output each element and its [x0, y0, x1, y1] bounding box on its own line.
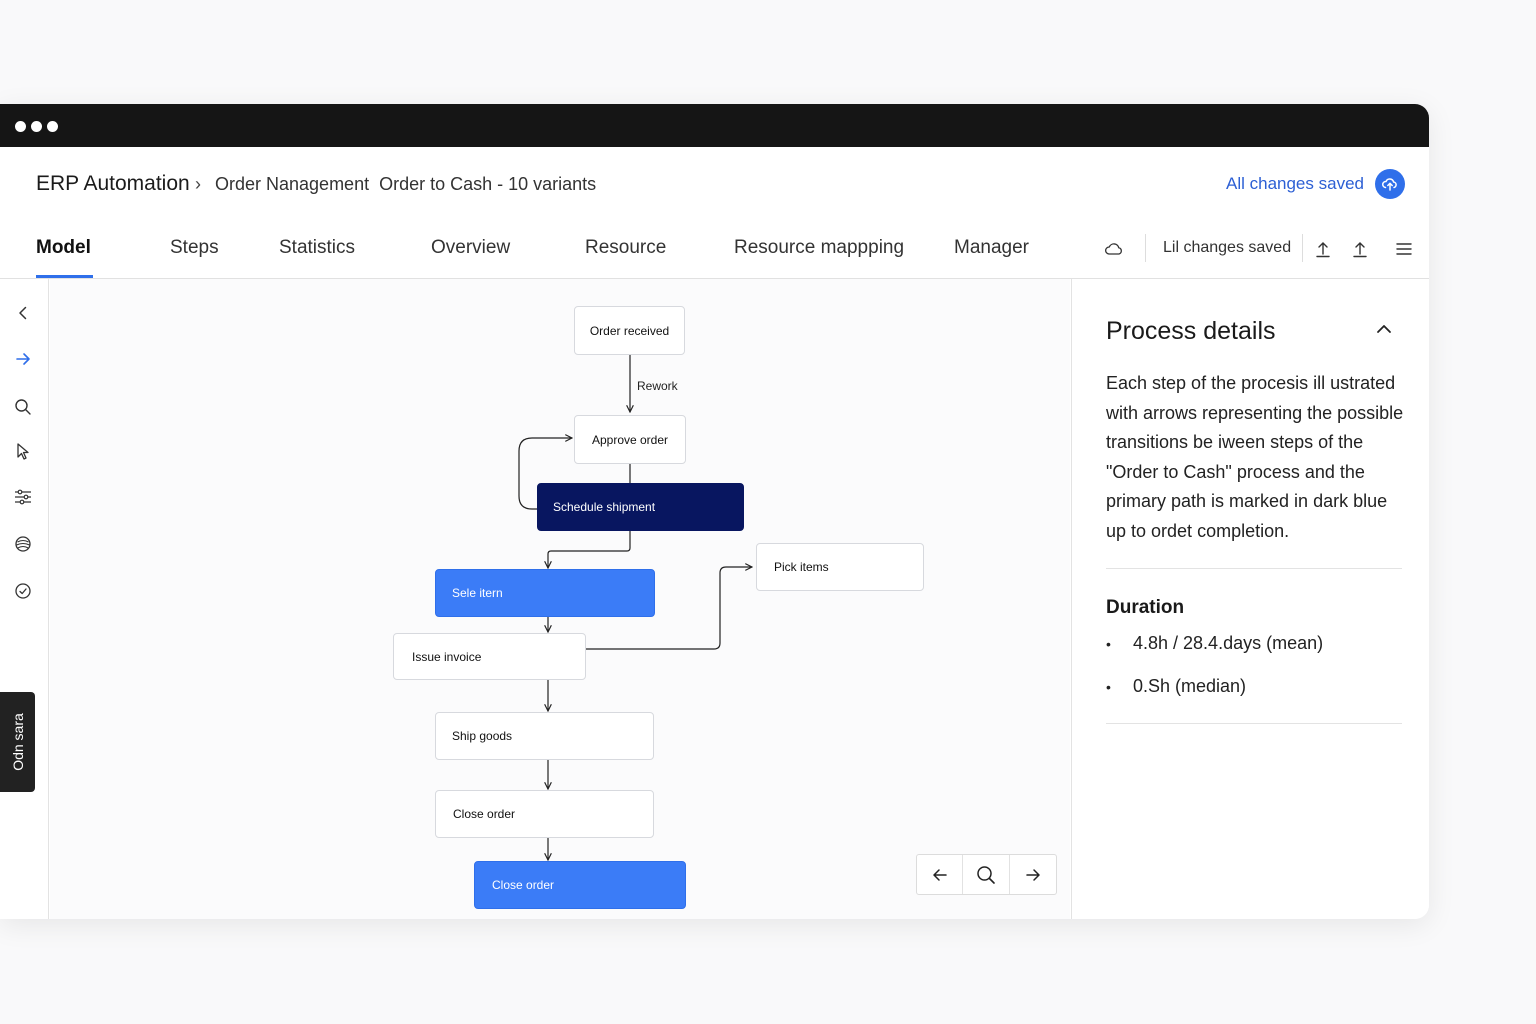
header: ERP Automation › Order Nanagement Order …	[0, 147, 1429, 217]
edge-label-rework: Rework	[637, 379, 678, 393]
window-dot[interactable]	[31, 121, 42, 132]
duration-median: 0.Sh (median)	[1133, 676, 1247, 696]
node-schedule-shipment[interactable]: Schedule shipment	[537, 483, 744, 531]
share-icon[interactable]	[1349, 238, 1371, 260]
window-dot[interactable]	[47, 121, 58, 132]
search-icon	[977, 865, 995, 884]
node-ship-goods[interactable]: Ship goods	[435, 712, 654, 760]
tab-model[interactable]: Model	[36, 237, 91, 259]
tab-steps[interactable]: Steps	[170, 237, 219, 259]
sliders-icon[interactable]	[12, 486, 34, 508]
pan-left-button[interactable]	[917, 855, 964, 894]
pan-right-button[interactable]	[1010, 855, 1056, 894]
panel-title: Process details	[1106, 317, 1276, 345]
breadcrumb[interactable]: Order Nanagement Order to Cash - 10 vari…	[215, 174, 596, 195]
save-status: All changes saved	[1226, 174, 1364, 193]
layers-icon[interactable]	[12, 533, 34, 555]
upload-icon[interactable]	[1312, 238, 1334, 260]
toolbar-status: Lil changes saved	[1163, 239, 1292, 256]
tab-statistics[interactable]: Statistics	[279, 237, 355, 259]
chevron-left-icon[interactable]	[12, 302, 34, 324]
node-sele-item[interactable]: Sele itern	[435, 569, 655, 617]
chevron-up-icon[interactable]	[1372, 317, 1396, 341]
cloud-upload-icon	[1382, 178, 1397, 191]
menu-icon[interactable]	[1393, 238, 1415, 260]
duration-mean: 4.8h / 28.4.days (mean)	[1133, 633, 1324, 653]
process-details-panel: Process details Each step of the procesi…	[1071, 279, 1429, 919]
node-pick-items[interactable]: Pick items	[756, 543, 924, 591]
arrow-left-icon	[932, 868, 947, 881]
bullet-icon: •	[1106, 679, 1111, 695]
side-drawer-tab[interactable]: Odn sara	[0, 692, 35, 792]
canvas-nav-controls	[916, 854, 1057, 895]
zoom-button[interactable]	[963, 855, 1010, 894]
arrow-right-icon[interactable]	[12, 348, 34, 370]
app-title: ERP Automation	[36, 172, 190, 195]
breadcrumb-separator-icon: ›	[195, 174, 201, 194]
node-issue-invoice[interactable]: Issue invoice	[393, 633, 586, 680]
toolbar-divider	[1145, 234, 1146, 262]
tab-manager[interactable]: Manager	[954, 237, 1029, 259]
bullet-icon: •	[1106, 636, 1111, 652]
tab-bar: Model Steps Statistics Overview Resource…	[0, 217, 1429, 279]
edge	[548, 531, 631, 568]
tab-resource-mapping[interactable]: Resource mappping	[734, 237, 904, 259]
arrow-right-icon	[1026, 868, 1040, 881]
title-bar	[0, 104, 1429, 147]
app-window: ERP Automation › Order Nanagement Order …	[0, 104, 1429, 919]
tab-overview[interactable]: Overview	[431, 237, 510, 259]
check-circle-icon[interactable]	[12, 580, 34, 602]
tool-sidebar: Odn sara	[0, 279, 49, 919]
process-canvas[interactable]: Order received Rework Approve order Sche…	[50, 279, 1070, 919]
active-tab-indicator	[36, 275, 93, 278]
side-drawer-label: Odn sara	[9, 713, 26, 771]
node-close-order-final[interactable]: Close order	[474, 861, 686, 909]
toolbar-divider	[1302, 234, 1303, 262]
cursor-icon[interactable]	[12, 440, 34, 462]
duration-title: Duration	[1106, 597, 1185, 618]
cloud-upload-button[interactable]	[1375, 169, 1405, 199]
duration-item: • 4.8h / 28.4.days (mean)	[1106, 633, 1323, 654]
window-dot[interactable]	[15, 121, 26, 132]
node-close-order[interactable]: Close order	[435, 790, 654, 838]
duration-item: • 0.Sh (median)	[1106, 676, 1246, 697]
search-icon[interactable]	[12, 396, 34, 418]
panel-divider	[1106, 568, 1402, 569]
cloud-icon[interactable]	[1103, 238, 1125, 260]
node-approve-order[interactable]: Approve order	[574, 415, 686, 464]
node-order-received[interactable]: Order received	[574, 306, 685, 355]
panel-divider	[1106, 723, 1402, 724]
panel-description: Each step of the procesis ill ustrated w…	[1106, 373, 1404, 541]
tab-resource[interactable]: Resource	[585, 237, 666, 259]
